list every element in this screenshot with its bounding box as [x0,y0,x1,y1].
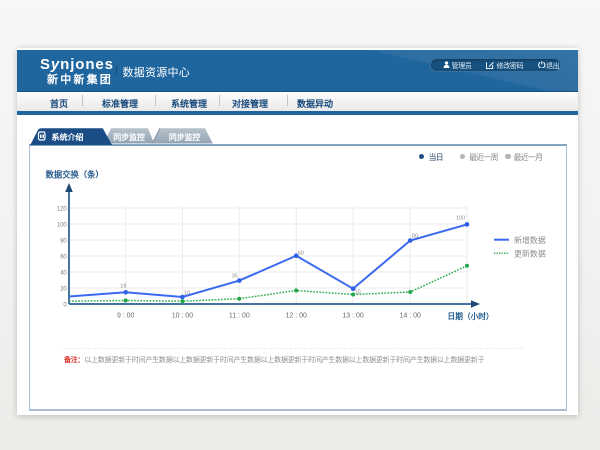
svg-text:18: 18 [120,284,126,290]
svg-text:10 : 00: 10 : 00 [172,313,194,320]
svg-text:新增数据: 新增数据 [514,235,546,245]
svg-text:14 : 00: 14 : 00 [399,313,421,320]
svg-text:80: 80 [412,233,418,239]
svg-text:35: 35 [232,273,238,279]
svg-text:更新数据: 更新数据 [514,248,546,258]
svg-text:11 : 00: 11 : 00 [229,313,250,320]
svg-text:0: 0 [63,302,67,308]
svg-text:10: 10 [355,289,361,295]
svg-text:120: 120 [57,206,67,212]
svg-text:13 : 00: 13 : 00 [342,313,364,320]
svg-text:日期（小时）: 日期（小时） [448,311,494,321]
svg-text:60: 60 [60,254,67,260]
svg-text:100: 100 [57,222,67,228]
svg-text:20: 20 [60,286,67,292]
svg-text:60: 60 [298,251,304,257]
svg-text:同步监控: 同步监控 [113,132,145,142]
svg-text:12 : 00: 12 : 00 [285,313,307,320]
svg-text:80: 80 [60,238,67,244]
svg-text:10: 10 [184,290,190,296]
svg-text:40: 40 [60,270,67,276]
svg-text:9 : 00: 9 : 00 [117,313,135,320]
svg-text:同步监控: 同步监控 [169,132,201,142]
svg-text:系统介绍: 系统介绍 [52,132,84,142]
svg-text:100: 100 [456,216,465,222]
svg-text:数据交换（条）: 数据交换（条） [46,170,104,180]
